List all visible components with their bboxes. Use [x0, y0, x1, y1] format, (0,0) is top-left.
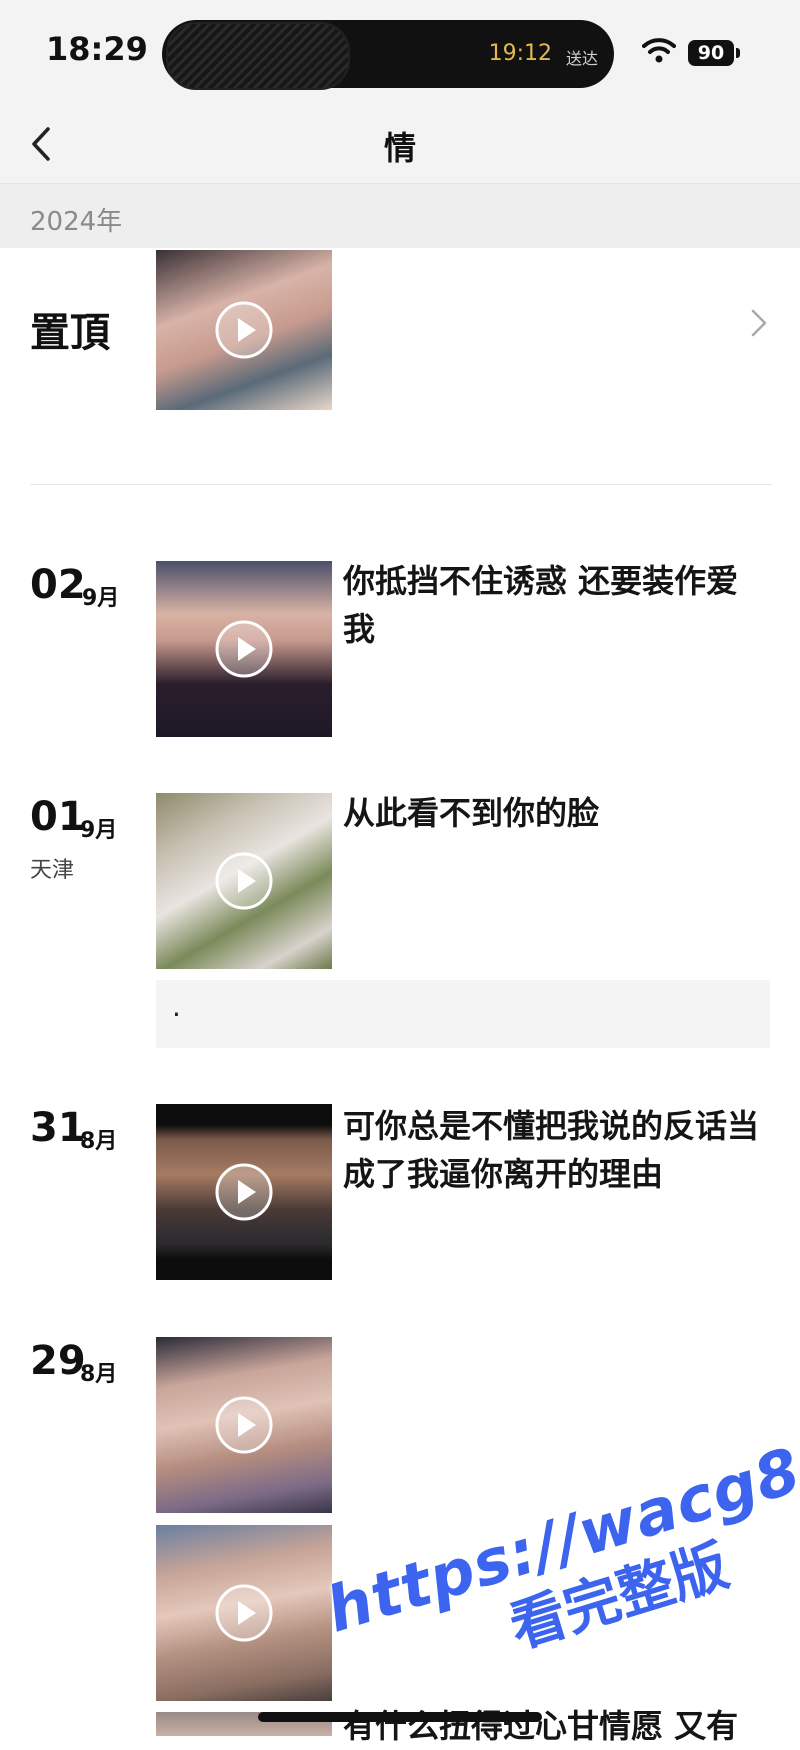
- post-day: 31: [30, 1105, 86, 1151]
- play-icon: [215, 1163, 273, 1221]
- video-thumbnail[interactable]: [156, 561, 332, 737]
- page-title: 情: [383, 129, 416, 167]
- watermark-url: https://wacg8.com: [318, 1383, 800, 1647]
- watermark: https://wacg8.com 看完整版: [290, 1333, 800, 1715]
- island-time: 19:12: [488, 41, 552, 66]
- post-day: 01: [30, 794, 86, 840]
- status-time: 18:29: [46, 30, 148, 68]
- battery-tip: [736, 48, 740, 58]
- island-sent-label: 送达: [565, 49, 598, 68]
- post-month: 8月: [80, 1362, 118, 1387]
- video-thumbnail[interactable]: [156, 1525, 332, 1701]
- play-icon: [215, 301, 273, 359]
- watermark-caption: 看完整版: [502, 1533, 736, 1661]
- redacted-scribble: [166, 22, 350, 90]
- pinned-video-thumbnail[interactable]: [156, 250, 332, 410]
- comment-text: .: [172, 990, 181, 1023]
- home-indicator[interactable]: [258, 1712, 542, 1722]
- post-caption: 可你总是不懂把我说的反话当成了我逼你离开的理由: [343, 1107, 760, 1193]
- nav-bar: 情: [0, 105, 800, 184]
- post-caption: 你抵挡不住诱惑 还要装作爱我: [343, 562, 739, 648]
- battery-icon: 90: [688, 40, 734, 66]
- post-caption: 从此看不到你的脸: [343, 794, 600, 832]
- play-icon: [215, 1396, 273, 1454]
- post-day: 02: [30, 562, 86, 608]
- video-thumbnail[interactable]: [156, 1104, 332, 1280]
- video-thumbnail[interactable]: [156, 1337, 332, 1513]
- post-month: 8月: [80, 1129, 118, 1154]
- wifi-icon: [642, 38, 676, 63]
- year-label: 2024年: [30, 207, 123, 237]
- divider: [30, 484, 772, 485]
- post-location: 天津: [30, 858, 75, 883]
- post-month: 9月: [80, 818, 118, 843]
- chevron-right-icon[interactable]: [748, 306, 770, 340]
- post-month: 9月: [82, 586, 120, 611]
- video-thumbnail[interactable]: [156, 793, 332, 969]
- post-caption: 有什么扭得过心甘情愿 又有: [343, 1707, 739, 1745]
- play-icon: [215, 852, 273, 910]
- dynamic-island[interactable]: 19:12 送达: [162, 20, 614, 90]
- year-header: 2024年: [0, 184, 800, 248]
- status-bar: 18:29 19:12 送达 90: [0, 0, 800, 105]
- comment-box[interactable]: .: [156, 980, 770, 1048]
- pinned-label: 置頂: [30, 310, 110, 356]
- post-day: 29: [30, 1338, 86, 1384]
- play-icon: [215, 620, 273, 678]
- play-icon: [215, 1584, 273, 1642]
